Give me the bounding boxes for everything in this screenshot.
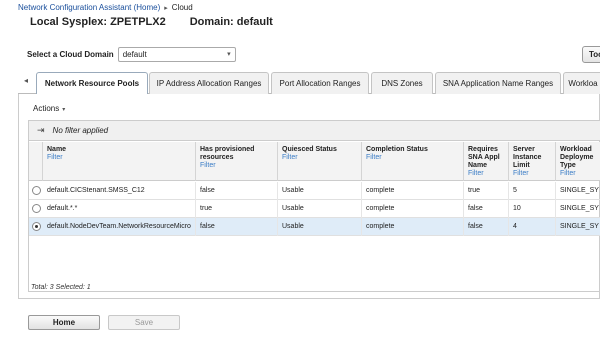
chevron-down-icon: ▾ [62,107,66,113]
actions-menu[interactable]: Actions ▾ [33,104,65,113]
filter-bar: ⇥ No filter applied [29,121,600,141]
cloud-domain-select[interactable]: default ▾ [117,47,236,62]
column-label: Completion Status [366,146,428,153]
column-header-requires-sna-appl-name[interactable]: Requires SNA Appl Name Filter [464,142,509,181]
row-select-radio[interactable] [32,222,41,231]
cell-quiesced-status: Usable [278,200,362,218]
table-header: Name Filter Has provisioned resources Fi… [29,142,600,181]
row-select-radio[interactable] [32,204,41,213]
table-summary: Total: 3 Selected: 1 [31,284,91,291]
cell-instance-limit: 4 [509,218,556,236]
cell-requires-sna: false [464,200,509,218]
breadcrumb-current: Cloud [171,3,193,12]
cell-name: default.NodeDevTeam.NetworkResourceMicro [43,218,196,236]
cloud-domain-selector: Select a Cloud Domain default ▾ [27,47,236,62]
column-header-quiesced-status[interactable]: Quiesced Status Filter [278,142,362,181]
cell-deployment-type: SINGLE_SY [560,187,599,194]
cell-completion-status: complete [362,200,464,218]
cell-name: default.CICStenant.SMSS_C12 [43,182,196,200]
column-filter-link[interactable]: Filter [47,154,191,162]
column-label: Requires SNA Appl Name [468,146,500,169]
cloud-domain-label: Select a Cloud Domain [27,50,114,59]
tab-bar: ◂ Network Resource Pools IP Address Allo… [18,70,600,95]
column-header-server-instance-limit[interactable]: Server Instance Limit Filter [509,142,556,181]
breadcrumb-home-link[interactable]: Network Configuration Assistant (Home) [18,3,160,12]
column-label: Quiesced Status [282,146,337,153]
cell-name: default.*.* [43,200,196,218]
table-row[interactable]: default.CICStenant.SMSS_C12 false Usable… [29,182,600,200]
filter-toggle-icon[interactable]: ⇥ [37,125,45,136]
tab-sna-application-name-ranges[interactable]: SNA Application Name Ranges [435,72,561,94]
column-filter-link[interactable]: Filter [513,170,551,178]
cell-quiesced-status: Usable [278,218,362,236]
resource-pools-table: ⇥ No filter applied Name Filter Has prov… [28,120,600,292]
chevron-down-icon: ▾ [227,51,231,58]
tab-port-allocation-ranges[interactable]: Port Allocation Ranges [271,72,369,94]
cell-has-provisioned: false [196,218,278,236]
column-filter-link[interactable]: Filter [560,170,598,178]
column-label: Server Instance Limit [513,146,542,169]
select-column-header [29,142,43,181]
row-select-radio[interactable] [32,186,41,195]
cell-requires-sna: true [464,182,509,200]
tab-dns-zones[interactable]: DNS Zones [371,72,433,94]
breadcrumb-separator-icon: ▸ [164,4,168,12]
column-label: Has provisioned resources [200,146,255,161]
sysplex-title: Local Sysplex: ZPETPLX2 [30,16,166,28]
column-label: Name [47,146,67,153]
filter-status: No filter applied [52,126,109,135]
column-header-has-provisioned-resources[interactable]: Has provisioned resources Filter [196,142,278,181]
tab-network-resource-pools[interactable]: Network Resource Pools [36,72,148,95]
column-filter-link[interactable]: Filter [200,162,273,170]
cell-deployment-type: SINGLE_SY [560,205,599,212]
home-button[interactable]: Home [28,315,100,330]
cell-completion-status: complete [362,218,464,236]
resource-pools-panel: Actions ▾ ⇥ No filter applied Name Filter… [18,94,600,299]
actions-label: Actions [33,104,60,113]
column-header-completion-status[interactable]: Completion Status Filter [362,142,464,181]
cell-requires-sna: false [464,218,509,236]
cell-has-provisioned: false [196,182,278,200]
column-header-workload-deployment-type[interactable]: Workload Deployme Type Filter [556,142,600,181]
column-filter-link[interactable]: Filter [366,154,459,162]
cloud-domain-value: default [122,50,147,59]
table-row[interactable]: default.*.* true Usable complete false 1… [29,200,600,218]
page-title: Local Sysplex: ZPETPLX2 Domain: default [30,16,273,28]
save-button[interactable]: Save [108,315,180,330]
cell-completion-status: complete [362,182,464,200]
table-row[interactable]: default.NodeDevTeam.NetworkResourceMicro… [29,218,600,236]
tab-workload[interactable]: Workloa [563,72,600,94]
cell-deployment-type: SINGLE_SY [560,223,599,230]
cell-instance-limit: 10 [509,200,556,218]
tools-button[interactable]: Too [582,46,600,63]
cell-instance-limit: 5 [509,182,556,200]
column-filter-link[interactable]: Filter [282,154,357,162]
cell-quiesced-status: Usable [278,182,362,200]
tab-scroll-left-icon[interactable]: ◂ [18,70,34,93]
tab-ip-address-allocation-ranges[interactable]: IP Address Allocation Ranges [149,72,269,94]
breadcrumb: Network Configuration Assistant (Home) ▸… [18,3,193,12]
cell-has-provisioned: true [196,200,278,218]
domain-title: Domain: default [189,16,273,28]
column-header-name[interactable]: Name Filter [43,142,196,181]
column-filter-link[interactable]: Filter [468,170,504,178]
column-label: Workload Deployme Type [560,146,594,169]
